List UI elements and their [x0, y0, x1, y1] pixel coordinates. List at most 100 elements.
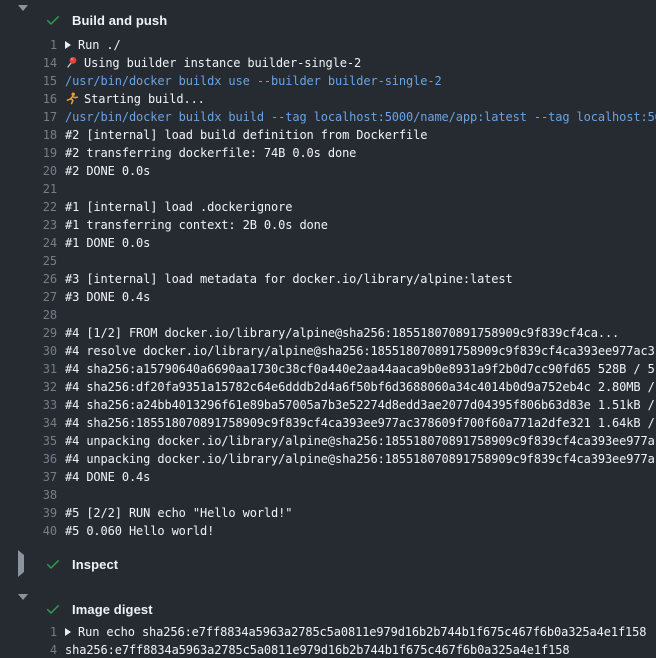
line-number[interactable]: 23	[0, 216, 57, 234]
runner-icon	[65, 92, 78, 105]
log-line: 4 sha256:e7ff8834a5963a2785c5a0811e979d16…	[0, 641, 656, 658]
log-line: 26#3 [internal] load metadata for docker…	[0, 270, 656, 288]
expand-run-icon[interactable]	[65, 41, 71, 49]
log-line: 27 #3 DONE 0.4s	[0, 288, 656, 306]
log-line: 14 Using builder instance builder-single-…	[0, 54, 656, 72]
log-line: 29 #4 [1/2] FROM docker.io/library/alpine…	[0, 324, 656, 342]
step-log-lines: 1 Run echo sha256:e7ff8834a5963a2785c5a08…	[0, 623, 656, 658]
step-header-image-digest[interactable]: Image digest	[0, 597, 656, 621]
line-number[interactable]: 26	[0, 270, 57, 288]
log-text: Starting build...	[65, 90, 205, 108]
log-line: 37#4 DONE 0.4s	[0, 468, 656, 486]
success-check-icon	[45, 601, 61, 617]
log-text: #5 0.060 Hello world!	[65, 522, 214, 540]
pushpin-icon	[65, 56, 78, 69]
line-number[interactable]: 37	[0, 468, 57, 486]
log-line: 22 #1 [internal] load .dockerignore	[0, 198, 656, 216]
log-text: #4 unpacking docker.io/library/alpine@sh…	[65, 432, 655, 450]
collapse-chevron-icon[interactable]	[18, 600, 30, 618]
log-line: 25	[0, 252, 656, 270]
line-number[interactable]: 19	[0, 144, 57, 162]
line-number[interactable]: 39	[0, 504, 57, 522]
log-text: #4 resolve docker.io/library/alpine@sha2…	[65, 342, 655, 360]
log-line: 1 Run ./	[0, 36, 656, 54]
log-text: #2 DONE 0.0s	[65, 162, 150, 180]
log-line: 23 #1 transferring context: 2B 0.0s done	[0, 216, 656, 234]
log-text: Run echo sha256:e7ff8834a5963a2785c5a081…	[65, 623, 646, 641]
step-log-lines: 1 Run ./ 14 Using builder instance builder-…	[0, 36, 656, 540]
line-number[interactable]: 24	[0, 234, 57, 252]
log-line: 24 #1 DONE 0.0s	[0, 234, 656, 252]
expand-chevron-icon[interactable]	[18, 555, 30, 573]
log-line: 40 #5 0.060 Hello world!	[0, 522, 656, 540]
success-check-icon	[45, 556, 61, 572]
log-line: 36 #4 unpacking docker.io/library/alpine@…	[0, 450, 656, 468]
step-header-inspect[interactable]: Inspect	[0, 552, 656, 576]
line-number[interactable]: 15	[0, 72, 57, 90]
log-text: #4 sha256:a15790640a6690aa1730c38cf0a440…	[65, 360, 655, 378]
line-number[interactable]: 16	[0, 90, 57, 108]
workflow-log-view: Build and push 1Run ./14Using builder in…	[0, 0, 656, 658]
line-number[interactable]: 1	[0, 623, 57, 641]
log-line: 20 #2 DONE 0.0s	[0, 162, 656, 180]
log-line: 28	[0, 306, 656, 324]
log-text: /usr/bin/docker buildx build --tag local…	[65, 108, 656, 126]
success-check-icon	[45, 12, 61, 28]
line-number[interactable]: 1	[0, 36, 57, 54]
log-text: #5 [2/2] RUN echo "Hello world!"	[65, 504, 292, 522]
line-number[interactable]: 29	[0, 324, 57, 342]
log-line: 39 #5 [2/2] RUN echo "Hello world!"	[0, 504, 656, 522]
line-number[interactable]: 21	[0, 180, 57, 198]
log-text: #2 [internal] load build definition from…	[65, 126, 427, 144]
line-number[interactable]: 40	[0, 522, 57, 540]
line-number[interactable]: 27	[0, 288, 57, 306]
collapse-chevron-icon[interactable]	[18, 11, 30, 29]
line-number[interactable]: 14	[0, 54, 57, 72]
log-text: #4 sha256:a24bb4013296f61e89ba57005a7b3e…	[65, 396, 655, 414]
log-line: 32 #4 sha256:df20fa9351a15782c64e6dddb2d4…	[0, 378, 656, 396]
line-number[interactable]: 30	[0, 342, 57, 360]
log-text: Run ./	[65, 36, 121, 54]
line-number[interactable]: 18	[0, 126, 57, 144]
step-title: Inspect	[72, 557, 118, 572]
line-number[interactable]: 17	[0, 108, 57, 126]
log-text: #4 unpacking docker.io/library/alpine@sh…	[65, 450, 655, 468]
step-title: Image digest	[72, 602, 153, 617]
log-line: 31 #4 sha256:a15790640a6690aa1730c38cf0a4…	[0, 360, 656, 378]
log-text: #1 DONE 0.0s	[65, 234, 150, 252]
expand-run-icon[interactable]	[65, 628, 71, 636]
log-line: 21	[0, 180, 656, 198]
log-text: Using builder instance builder-single-2	[65, 54, 361, 72]
log-text: #2 transferring dockerfile: 74B 0.0s don…	[65, 144, 356, 162]
line-number[interactable]: 33	[0, 396, 57, 414]
log-line: 18 #2 [internal] load build definition fr…	[0, 126, 656, 144]
line-number[interactable]: 28	[0, 306, 57, 324]
log-line: 15/usr/bin/docker buildx use --builder b…	[0, 72, 656, 90]
line-number[interactable]: 31	[0, 360, 57, 378]
line-number[interactable]: 36	[0, 450, 57, 468]
line-number[interactable]: 25	[0, 252, 57, 270]
log-text: #4 [1/2] FROM docker.io/library/alpine@s…	[65, 324, 619, 342]
log-text: #4 sha256:df20fa9351a15782c64e6dddb2d4a6…	[65, 378, 655, 396]
step-title: Build and push	[72, 13, 167, 28]
step-header-build-and-push[interactable]: Build and push	[0, 8, 656, 32]
log-text: #1 [internal] load .dockerignore	[65, 198, 292, 216]
log-line: 19 #2 transferring dockerfile: 74B 0.0s d…	[0, 144, 656, 162]
line-number[interactable]: 34	[0, 414, 57, 432]
line-number[interactable]: 4	[0, 641, 57, 658]
line-number[interactable]: 35	[0, 432, 57, 450]
log-line: 38	[0, 486, 656, 504]
line-number[interactable]: 38	[0, 486, 57, 504]
log-text: /usr/bin/docker buildx use --builder bui…	[65, 72, 442, 90]
log-text: #3 DONE 0.4s	[65, 288, 150, 306]
line-number[interactable]: 32	[0, 378, 57, 396]
line-number[interactable]: 20	[0, 162, 57, 180]
log-line: 16 Starting build...	[0, 90, 656, 108]
log-text: #4 sha256:185518070891758909c9f839cf4ca3…	[65, 414, 655, 432]
log-text: #1 transferring context: 2B 0.0s done	[65, 216, 328, 234]
line-number[interactable]: 22	[0, 198, 57, 216]
log-line: 17/usr/bin/docker buildx build --tag loc…	[0, 108, 656, 126]
log-line: 33 #4 sha256:a24bb4013296f61e89ba57005a7b…	[0, 396, 656, 414]
log-text: sha256:e7ff8834a5963a2785c5a0811e979d16b…	[65, 641, 569, 658]
log-line: 35 #4 unpacking docker.io/library/alpine@…	[0, 432, 656, 450]
